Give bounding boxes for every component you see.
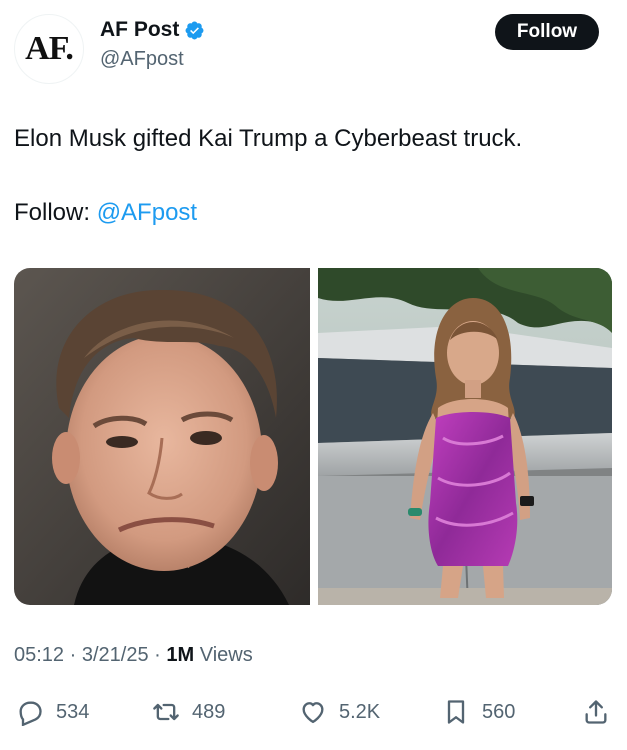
share-button[interactable]	[582, 690, 610, 734]
avatar[interactable]: AF.	[14, 14, 84, 84]
author-handle[interactable]: @AFpost	[100, 48, 184, 71]
repost-button[interactable]: 489	[152, 690, 225, 734]
photo-woman-with-truck[interactable]	[318, 268, 612, 605]
repost-count: 489	[192, 700, 226, 723]
bookmark-icon	[447, 700, 465, 724]
action-bar: 534 489 5.2K 560	[0, 690, 627, 734]
reply-button[interactable]: 534	[16, 690, 89, 734]
follow-button[interactable]: Follow	[495, 14, 599, 50]
media-grid	[14, 268, 612, 605]
share-icon	[585, 700, 607, 724]
tweet-meta: 05:12 · 3/21/25 · 1M Views	[14, 644, 253, 667]
tweet-date[interactable]: 3/21/25	[82, 644, 149, 666]
meta-separator: ·	[64, 644, 82, 666]
reply-icon	[19, 701, 42, 726]
reply-count: 534	[56, 700, 90, 723]
author-name-row: AF Post	[100, 18, 205, 42]
tweet-header: AF. AF Post @AFpost Follow	[0, 0, 627, 90]
tweet-text: Elon Musk gifted Kai Trump a Cyberbeast …	[14, 125, 523, 152]
photo-man-portrait[interactable]	[14, 268, 310, 605]
like-button[interactable]: 5.2K	[299, 690, 380, 734]
verified-badge-icon	[185, 21, 204, 39]
bookmark-count: 560	[482, 700, 516, 723]
follow-prefix: Follow:	[14, 199, 97, 226]
heart-icon	[302, 702, 324, 724]
author-display-name[interactable]: AF Post	[100, 18, 179, 42]
like-count: 5.2K	[339, 700, 381, 723]
tweet-follow-line: Follow: @AFpost	[14, 198, 197, 228]
views-label: Views	[194, 644, 253, 666]
mention-link[interactable]: @AFpost	[97, 199, 197, 226]
tweet-time[interactable]: 05:12	[14, 644, 64, 666]
bookmark-button[interactable]: 560	[442, 690, 515, 734]
repost-icon	[153, 703, 179, 721]
views-count: 1M	[166, 644, 195, 666]
meta-separator: ·	[148, 644, 167, 666]
